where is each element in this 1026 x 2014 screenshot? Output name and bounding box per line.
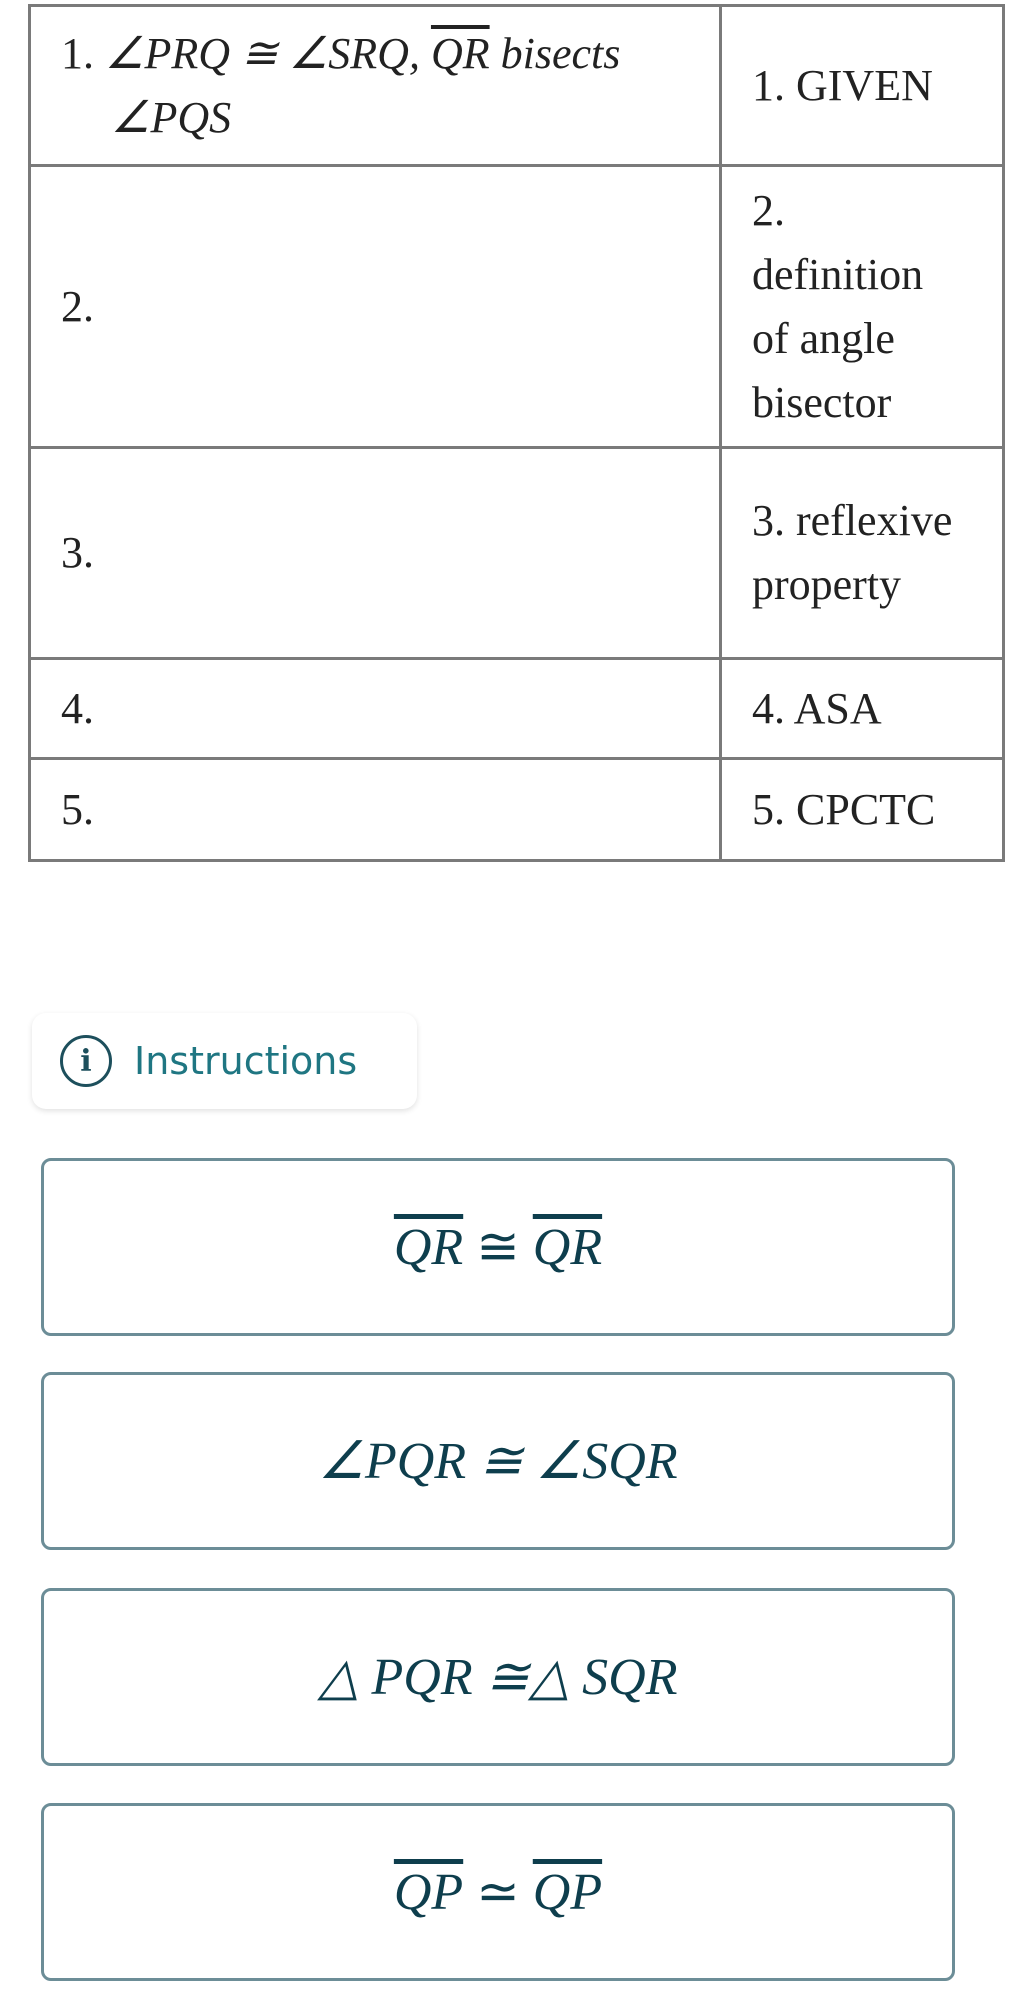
statement-cell[interactable]: 2.	[28, 164, 722, 449]
reason-line: of angle	[752, 313, 895, 363]
option-text: △ PQR ≅△ SQR	[318, 1649, 678, 1706]
reason-cell: 1. GIVEN	[719, 4, 1005, 167]
statement-line2: ∠PQS	[111, 92, 232, 142]
reason-line: bisector	[752, 377, 892, 427]
reason-line: definition	[752, 249, 924, 299]
reason-cell: 4. ASA	[719, 657, 1005, 760]
instructions-label: Instructions	[134, 1039, 358, 1083]
table-row: 1. ∠PRQ ≅ ∠SRQ, QR bisects ∠PQS 1. GIVEN	[28, 4, 1005, 167]
reason-cell: 2. definition of angle bisector	[719, 164, 1005, 449]
proof-table: 1. ∠PRQ ≅ ∠SRQ, QR bisects ∠PQS 1. GIVEN…	[28, 4, 1005, 862]
statement-cell: 1. ∠PRQ ≅ ∠SRQ, QR bisects ∠PQS	[28, 4, 722, 167]
table-row: 4. 4. ASA	[28, 657, 1005, 760]
segment-qr: QR	[430, 28, 490, 78]
option-operator: ≅	[463, 1219, 533, 1276]
option-left: QR	[393, 1218, 464, 1276]
option-left: QP	[393, 1863, 464, 1921]
statement-suffix: bisects	[489, 28, 621, 78]
reason-cell: 3. reflexive property	[719, 446, 1005, 660]
option-operator: ≃	[463, 1864, 533, 1921]
reason-cell: 5. CPCTC	[719, 757, 1005, 862]
statement-number: 1.	[61, 28, 105, 78]
option-right: QP	[532, 1863, 603, 1921]
statement-cell[interactable]: 4.	[28, 657, 722, 760]
reason-line: property	[752, 560, 902, 609]
info-icon: i	[60, 1035, 112, 1087]
table-row: 5. 5. CPCTC	[28, 757, 1005, 862]
option-card-segment-qp[interactable]: QP ≃ QP	[41, 1803, 955, 1981]
option-card-triangle[interactable]: △ PQR ≅△ SQR	[41, 1588, 955, 1766]
option-card-angle[interactable]: ∠PQR ≅ ∠SQR	[41, 1372, 955, 1550]
reason-line: 2.	[752, 185, 785, 235]
option-right: QR	[532, 1218, 603, 1276]
table-row: 3. 3. reflexive property	[28, 446, 1005, 660]
statement-cell[interactable]: 3.	[28, 446, 722, 660]
table-row: 2. 2. definition of angle bisector	[28, 164, 1005, 449]
option-card-segment-qr[interactable]: QR ≅ QR	[41, 1158, 955, 1336]
instructions-button[interactable]: i Instructions	[32, 1013, 417, 1109]
reason-line: 3. reflexive	[752, 496, 953, 545]
option-text: ∠PQR ≅ ∠SQR	[318, 1433, 678, 1490]
statement-math: ∠PRQ ≅ ∠SRQ,	[105, 28, 431, 78]
statement-cell[interactable]: 5.	[28, 757, 722, 862]
